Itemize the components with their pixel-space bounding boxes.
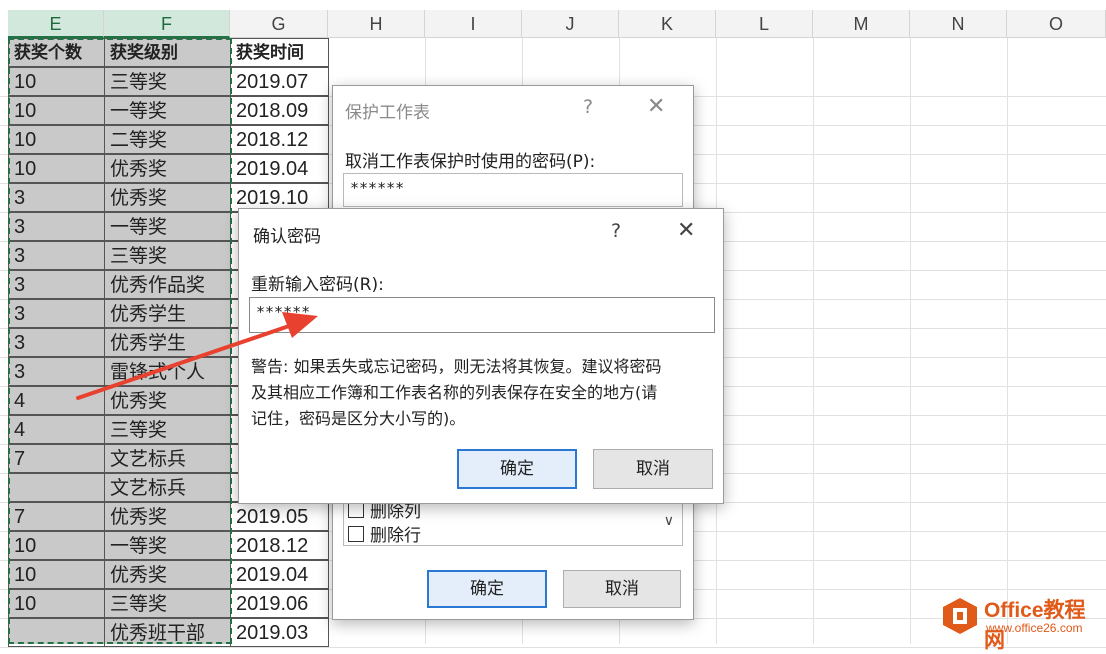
option-delete-rows[interactable]: 删除行: [348, 521, 421, 546]
confirm-password-dialog[interactable]: 确认密码 ? ✕ 重新输入密码(R): ****** 警告: 如果丢失或忘记密码…: [238, 208, 724, 504]
warning-line: 警告: 如果丢失或忘记密码，则无法将其恢复。建议将密码: [251, 357, 662, 376]
cell-award-count[interactable]: 7: [8, 502, 105, 531]
cell-award-level[interactable]: 优秀奖: [104, 386, 231, 415]
option-label: 删除行: [370, 526, 421, 546]
cell-award-count[interactable]: 10: [8, 125, 105, 154]
protect-password-label: 取消工作表保护时使用的密码(P):: [345, 152, 596, 172]
cell-award-level[interactable]: 雷锋式个人: [104, 357, 231, 386]
cell-award-level[interactable]: 一等奖: [104, 212, 231, 241]
confirm-cancel-button[interactable]: 取消: [593, 449, 713, 489]
header-cell-award-count[interactable]: 获奖个数: [8, 38, 105, 67]
cell-award-time[interactable]: 2018.12: [230, 125, 329, 154]
cell-award-count[interactable]: 10: [8, 67, 105, 96]
close-icon[interactable]: ✕: [647, 94, 665, 119]
cell-award-count[interactable]: 3: [8, 328, 105, 357]
cell-award-count[interactable]: 10: [8, 560, 105, 589]
warning-text: 警告: 如果丢失或忘记密码，则无法将其恢复。建议将密码 及其相应工作簿和工作表名…: [251, 354, 717, 432]
cell-award-level[interactable]: 文艺标兵: [104, 473, 231, 502]
protect-password-input[interactable]: ******: [343, 173, 683, 207]
cell-award-level[interactable]: 三等奖: [104, 415, 231, 444]
cell-award-level[interactable]: 优秀作品奖: [104, 270, 231, 299]
column-header-m[interactable]: M: [813, 10, 910, 38]
cell-award-count[interactable]: 4: [8, 386, 105, 415]
column-header-g[interactable]: G: [230, 10, 328, 38]
cell-award-time[interactable]: 2019.04: [230, 154, 329, 183]
confirm-ok-button[interactable]: 确定: [457, 449, 577, 489]
cell-award-level[interactable]: 二等奖: [104, 125, 231, 154]
protect-dialog-title: 保护工作表: [345, 103, 430, 123]
cell-award-count[interactable]: 10: [8, 589, 105, 618]
cell-award-count[interactable]: [8, 618, 105, 647]
cell-award-level[interactable]: 三等奖: [104, 589, 231, 618]
checkbox[interactable]: [348, 525, 364, 542]
cell-award-count[interactable]: 3: [8, 212, 105, 241]
help-icon[interactable]: ?: [611, 220, 621, 242]
close-icon[interactable]: ✕: [677, 218, 695, 243]
cell-award-count[interactable]: 7: [8, 444, 105, 473]
reenter-password-input[interactable]: ******: [249, 297, 715, 333]
column-header-e[interactable]: E: [8, 10, 104, 38]
cell-award-level[interactable]: 优秀奖: [104, 183, 231, 212]
cell-award-time[interactable]: 2019.05: [230, 502, 329, 531]
column-header-o[interactable]: O: [1007, 10, 1106, 38]
column-header-n[interactable]: N: [910, 10, 1007, 38]
cell-award-count[interactable]: 3: [8, 183, 105, 212]
grid-line: [910, 38, 911, 644]
cell-award-count[interactable]: 3: [8, 299, 105, 328]
cell-award-count[interactable]: [8, 473, 105, 502]
grid-line: [0, 647, 1106, 648]
cell-award-count[interactable]: 3: [8, 241, 105, 270]
warning-line: 记住，密码是区分大小写的)。: [251, 409, 466, 428]
cell-award-level[interactable]: 优秀奖: [104, 154, 231, 183]
chevron-down-icon[interactable]: ∨: [664, 513, 674, 529]
grid-line: [1007, 38, 1008, 644]
column-header-l[interactable]: L: [716, 10, 813, 38]
logo-url: www.office26.com: [986, 621, 1083, 635]
cell-award-level[interactable]: 优秀学生: [104, 328, 231, 357]
cell-award-level[interactable]: 一等奖: [104, 531, 231, 560]
column-header-j[interactable]: J: [522, 10, 619, 38]
header-cell-award-time[interactable]: 获奖时间: [230, 38, 329, 67]
header-cell-award-level[interactable]: 获奖级别: [104, 38, 231, 67]
cell-award-level[interactable]: 三等奖: [104, 67, 231, 96]
cell-award-time[interactable]: 2019.04: [230, 560, 329, 589]
cell-award-level[interactable]: 三等奖: [104, 241, 231, 270]
confirm-dialog-title: 确认密码: [253, 227, 321, 247]
cell-award-count[interactable]: 3: [8, 357, 105, 386]
protect-ok-button[interactable]: 确定: [427, 570, 547, 608]
cell-award-level[interactable]: 优秀班干部: [104, 618, 231, 647]
column-header-f[interactable]: F: [104, 10, 230, 38]
cell-award-count[interactable]: 10: [8, 531, 105, 560]
cell-award-count[interactable]: 10: [8, 154, 105, 183]
cell-award-time[interactable]: 2018.12: [230, 531, 329, 560]
cell-award-time[interactable]: 2018.09: [230, 96, 329, 125]
column-header-k[interactable]: K: [619, 10, 716, 38]
cell-award-level[interactable]: 一等奖: [104, 96, 231, 125]
reenter-password-label: 重新输入密码(R):: [251, 275, 384, 295]
cell-award-level[interactable]: 优秀奖: [104, 502, 231, 531]
cell-award-level[interactable]: 文艺标兵: [104, 444, 231, 473]
office26-logo: Office教程网 www.office26.com: [938, 594, 1106, 652]
cell-award-time[interactable]: 2019.03: [230, 618, 329, 647]
office-logo-icon: [943, 598, 977, 634]
cell-award-count[interactable]: 3: [8, 270, 105, 299]
column-header-i[interactable]: I: [425, 10, 522, 38]
protect-cancel-button[interactable]: 取消: [563, 570, 681, 608]
warning-line: 及其相应工作簿和工作表名称的列表保存在安全的地方(请: [251, 383, 658, 402]
grid-line: [813, 38, 814, 644]
cell-award-count[interactable]: 10: [8, 96, 105, 125]
cell-award-level[interactable]: 优秀学生: [104, 299, 231, 328]
cell-award-time[interactable]: 2019.07: [230, 67, 329, 96]
cell-award-level[interactable]: 优秀奖: [104, 560, 231, 589]
help-icon[interactable]: ?: [583, 96, 593, 118]
column-header-h[interactable]: H: [328, 10, 425, 38]
cell-award-count[interactable]: 4: [8, 415, 105, 444]
cell-award-time[interactable]: 2019.06: [230, 589, 329, 618]
